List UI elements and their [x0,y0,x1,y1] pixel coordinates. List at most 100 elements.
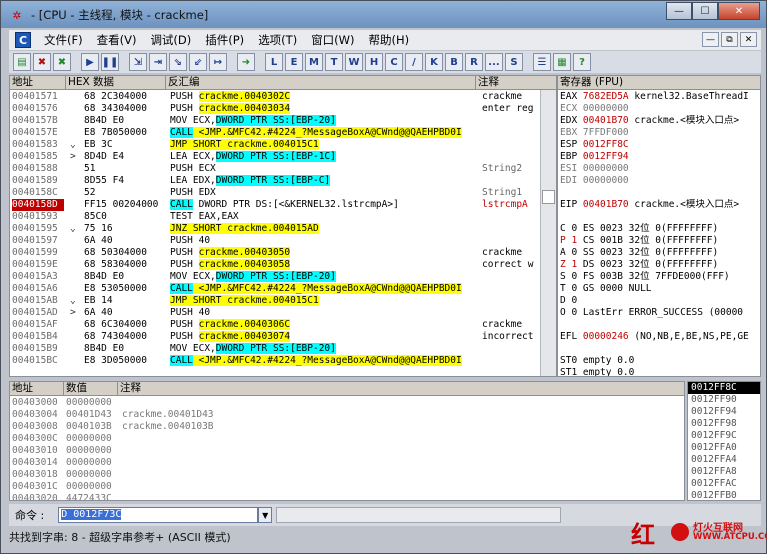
toolbar-source-button[interactable]: S [505,53,523,71]
disasm-row[interactable]: 004015AD >6A 40 PUSH 40 [10,307,542,319]
command-history-field[interactable] [276,507,561,523]
stack-row[interactable]: 0012FFA8 [688,466,760,478]
disasm-row[interactable]: 00401599 68 50304000 PUSH crackme.00403050… [10,247,542,259]
disasm-row[interactable]: 00401597 6A 40 PUSH 40 [10,235,542,247]
register-row[interactable]: ECX 00000000 [560,103,760,115]
stack-row[interactable]: 0012FF9C [688,430,760,442]
dump-row[interactable]: 00403000 00000000 [12,397,682,409]
register-row[interactable] [560,319,760,331]
step-over-icon[interactable]: ⇥ [149,53,167,71]
register-row[interactable]: EDI 00000000 [560,175,760,187]
disassembly-pane[interactable]: 地址 HEX 数据 反汇编 注释 00401571 68 2C304000 PUSH… [9,75,557,377]
go-to-icon[interactable]: ➜ [237,53,255,71]
toolbar-log-button[interactable]: L [265,53,283,71]
register-row[interactable]: A 0 SS 0023 32位 0(FFFFFFFF) [560,247,760,259]
stack-row[interactable]: 0012FFA0 [688,442,760,454]
stack-row[interactable]: 0012FF90 [688,394,760,406]
menu-help[interactable]: 帮助(H) [369,32,410,48]
menu-options[interactable]: 选项(T) [258,32,297,48]
dump-row[interactable]: 00403004 00401D43 crackme.00401D43 [12,409,682,421]
register-row[interactable]: O 0 LastErr ERROR_SUCCESS (00000 [560,307,760,319]
title-bar[interactable]: ✲ - [CPU - 主线程, 模块 - crackme] — ☐ ✕ [1,1,766,28]
register-row[interactable] [560,211,760,223]
toolbar-windows-button[interactable]: W [345,53,363,71]
toolbar-memory-button[interactable]: M [305,53,323,71]
register-row[interactable] [560,343,760,355]
disasm-row[interactable]: 004015B4 68 74304000 PUSH crackme.00403074… [10,331,542,343]
pause-icon[interactable]: ❚❚ [101,53,119,71]
menu-window[interactable]: 窗口(W) [311,32,354,48]
register-rows[interactable]: EAX 7682ED5A kernel32.BaseThreadI ECX 000… [560,91,760,376]
dump-row[interactable]: 00403010 00000000 [12,445,682,457]
register-row[interactable]: EDX 00401B70 crackme.<模块入口点> [560,115,760,127]
dump-rows[interactable]: 00403000 00000000 00403004 00401D43 crackme.… [12,397,682,500]
mdi-restore-button[interactable]: ⧉ [721,32,738,47]
disasm-row[interactable]: 004015BC E8 3D050000 CALL <JMP.&MFC42.#422… [10,355,542,367]
stack-rows[interactable]: 0012FF8C 0012FF90 0012FF94 0012FF98 0012FF9C… [688,382,760,500]
dump-header-value[interactable]: 数值 [64,382,118,396]
disasm-row[interactable]: 00401595 ⌄ 75 16 JNZ SHORT crackme.004015AD [10,223,542,235]
command-dropdown-button[interactable]: ▼ [258,507,273,523]
disasm-row[interactable]: 004015AB ⌄ EB 14 JMP SHORT crackme.004015C1 [10,295,542,307]
run-icon[interactable]: ▶ [81,53,99,71]
disasm-row[interactable]: 0040158D FF15 00204000 CALL DWORD PTR DS:[… [10,199,542,211]
toolbar-handles-button[interactable]: H [365,53,383,71]
register-row[interactable]: EBX 7FFDF000 [560,127,760,139]
register-row[interactable]: EBP 0012FF94 [560,151,760,163]
list-icon[interactable]: ☰ [533,53,551,71]
dump-row[interactable]: 00403020 4472433C [12,493,682,500]
dump-row[interactable]: 00403014 00000000 [12,457,682,469]
disasm-row[interactable]: 0040157B 8B4D E0 MOV ECX,DWORD PTR SS:[EBP… [10,115,542,127]
dump-pane[interactable]: 地址 数值 注释 00403000 00000000 00403004 00401D4… [9,381,685,501]
register-row[interactable]: T 0 GS 0000 NULL [560,283,760,295]
toolbar-threads-button[interactable]: T [325,53,343,71]
help-icon[interactable]: ? [573,53,591,71]
register-row[interactable]: EIP 00401B70 crackme.<模块入口点> [560,199,760,211]
execute-till-return-icon[interactable]: ↦ [209,53,227,71]
open-icon[interactable]: ▤ [13,53,31,71]
dump-row[interactable]: 00403018 00000000 [12,469,682,481]
disasm-row[interactable]: 004015A6 E8 53050000 CALL <JMP.&MFC42.#422… [10,283,542,295]
disasm-row[interactable]: 004015B9 8B4D E0 MOV ECX,DWORD PTR SS:[EBP… [10,343,542,355]
disasm-row[interactable]: 004015A3 8B4D E0 MOV ECX,DWORD PTR SS:[EBP… [10,271,542,283]
dump-row[interactable]: 00403008 0040103B crackme.0040103B [12,421,682,433]
trace-into-icon[interactable]: ⇘ [169,53,187,71]
disasm-row[interactable]: 00401589 8D55 F4 LEA EDX,DWORD PTR SS:[EBP… [10,175,542,187]
register-row[interactable]: ST0 empty 0.0 [560,355,760,367]
register-row[interactable]: EFL 00000246 (NO,NB,E,BE,NS,PE,GE [560,331,760,343]
disasm-row[interactable]: 00401583 ⌄ EB 3C JMP SHORT crackme.004015C1 [10,139,542,151]
registers-pane[interactable]: 寄存器 (FPU) EAX 7682ED5A kernel32.BaseThre… [557,75,761,377]
register-row[interactable]: ESI 00000000 [560,163,760,175]
registers-header[interactable]: 寄存器 (FPU) [558,76,760,90]
menu-view[interactable]: 查看(V) [97,32,137,48]
restart-icon[interactable]: ✖ [53,53,71,71]
mdi-minimize-button[interactable]: — [702,32,719,47]
menu-debug[interactable]: 调试(D) [150,32,191,48]
maximize-button[interactable]: ☐ [692,2,718,20]
disasm-row[interactable]: 0040159E 68 58304000 PUSH crackme.00403058… [10,259,542,271]
disasm-row[interactable]: 00401585 >8D4D E4 LEA ECX,DWORD PTR SS:[EB… [10,151,542,163]
stack-row[interactable]: 0012FF8C [688,382,760,394]
disasm-header-hex[interactable]: HEX 数据 [66,76,166,90]
toolbar-runtrace-button[interactable]: ... [485,53,503,71]
minimize-button[interactable]: — [666,2,692,20]
dump-header-address[interactable]: 地址 [10,382,64,396]
trace-over-icon[interactable]: ⇙ [189,53,207,71]
register-row[interactable] [560,187,760,199]
cpu-window-icon[interactable]: C [15,32,31,48]
register-row[interactable]: ESP 0012FF8C [560,139,760,151]
toolbar-breakpoints-button[interactable]: B [445,53,463,71]
register-row[interactable]: C 0 ES 0023 32位 0(FFFFFFFF) [560,223,760,235]
register-row[interactable]: P 1 CS 001B 32位 0(FFFFFFFF) [560,235,760,247]
toolbar-callstack-button[interactable]: K [425,53,443,71]
toolbar-patches-button[interactable]: / [405,53,423,71]
register-row[interactable]: S 0 FS 003B 32位 7FFDE000(FFF) [560,271,760,283]
stack-row[interactable]: 0012FF94 [688,406,760,418]
register-row[interactable]: ST1 empty 0.0 [560,367,760,376]
stack-row[interactable]: 0012FFA4 [688,454,760,466]
toolbar-modules-button[interactable]: E [285,53,303,71]
disasm-header-disassembly[interactable]: 反汇编 [166,76,476,90]
step-into-icon[interactable]: ⇲ [129,53,147,71]
disasm-row[interactable]: 00401588 51 PUSH ECX String2 [10,163,542,175]
disasm-row[interactable]: 0040157E E8 7B050000 CALL <JMP.&MFC42.#422… [10,127,542,139]
